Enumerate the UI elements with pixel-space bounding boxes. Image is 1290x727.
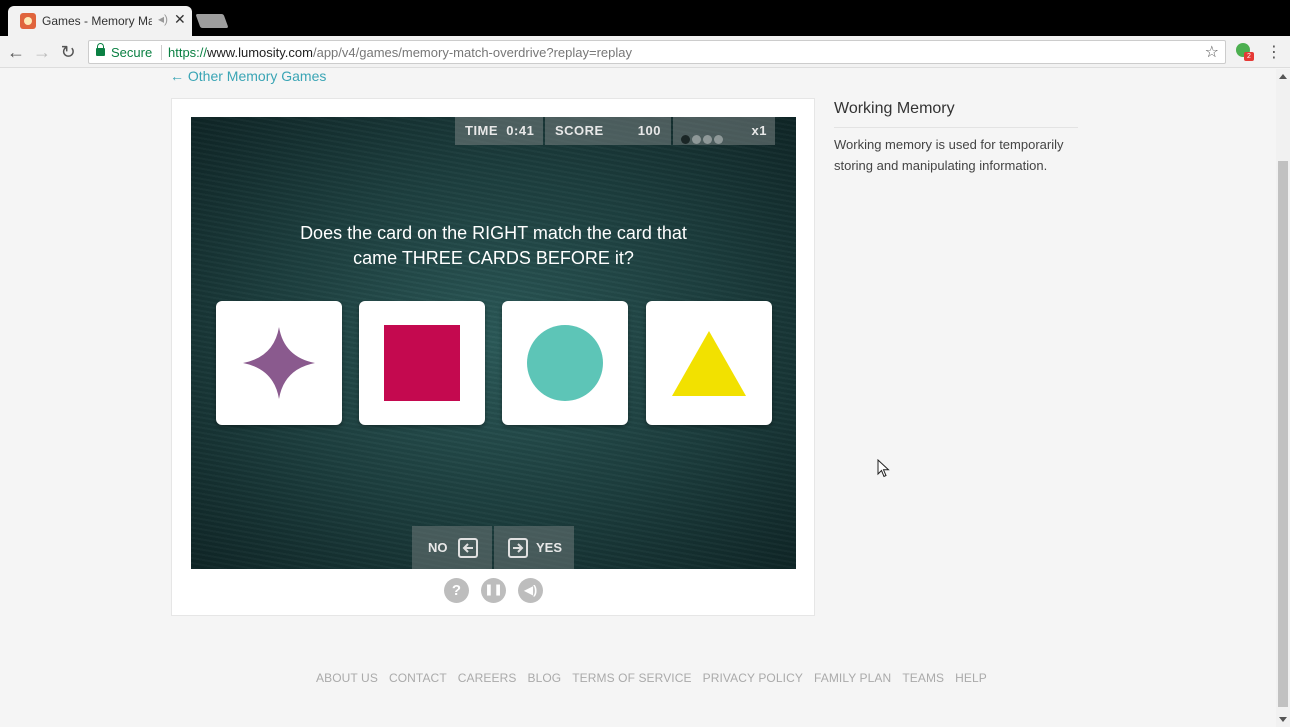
streak-dot [714, 135, 723, 144]
triangle-shape-icon [672, 331, 746, 396]
hud-multiplier: x1 [673, 117, 775, 145]
new-tab-button[interactable] [195, 14, 229, 28]
browser-toolbar: ← → ↻ Secure https://www.lumosity.com/ap… [0, 36, 1290, 68]
time-label: TIME [465, 123, 499, 138]
scroll-thumb[interactable] [1278, 161, 1288, 707]
scroll-up-arrow-icon[interactable] [1279, 74, 1287, 79]
forward-arrow-icon[interactable]: → [32, 42, 52, 62]
lumosity-favicon-icon [20, 13, 36, 29]
tab-close-icon[interactable]: ✕ [174, 11, 186, 28]
back-arrow-icon[interactable]: ← [6, 42, 26, 62]
game-stage[interactable]: TIME 0:41 SCORE 100 x1 Does the card on … [191, 117, 796, 569]
footer-links: ABOUT US CONTACT CAREERS BLOG TERMS OF SERVI… [316, 671, 998, 685]
footer-link-teams[interactable]: TEAMS [902, 671, 944, 685]
footer-link-family-plan[interactable]: FAMILY PLAN [814, 671, 891, 685]
page-scrollbar[interactable] [1276, 69, 1290, 727]
secure-label: Secure [111, 45, 153, 60]
multiplier-value: x1 [751, 123, 767, 138]
bookmark-star-icon[interactable]: ☆ [1205, 42, 1219, 62]
no-label: NO [428, 540, 448, 555]
page-content: ← Other Memory Games TIME 0:41 SCORE 100… [0, 68, 1276, 727]
sidebar-title: Working Memory [834, 100, 955, 117]
streak-dot [703, 135, 712, 144]
star-shape-icon [243, 327, 315, 399]
url-path: /app/v4/games/memory-match-overdrive?rep… [312, 45, 632, 60]
footer-link-help[interactable]: HELP [955, 671, 987, 685]
streak-dot [692, 135, 701, 144]
lock-icon [96, 43, 105, 56]
browser-tab[interactable]: Games - Memory Mat ◂) ✕ [8, 6, 192, 36]
browser-tabstrip: Games - Memory Mat ◂) ✕ [0, 0, 1290, 36]
extension-icon[interactable]: 2 [1236, 43, 1254, 61]
yes-button[interactable]: YES [494, 526, 574, 569]
card-4 [646, 301, 772, 425]
mute-icon[interactable]: ◂) [158, 12, 168, 26]
time-value: 0:41 [506, 123, 535, 138]
card-1 [216, 301, 342, 425]
browser-menu-icon[interactable]: ⋮ [1266, 42, 1282, 62]
extension-badge: 2 [1244, 52, 1254, 61]
tab-title: Games - Memory Mat [42, 14, 152, 28]
yes-label: YES [536, 540, 563, 555]
mouse-cursor-icon [877, 459, 890, 478]
address-bar[interactable]: Secure https://www.lumosity.com/app/v4/g… [88, 40, 1226, 64]
reload-icon[interactable]: ↻ [58, 42, 78, 62]
omnibox-divider [161, 45, 162, 60]
footer-link-careers[interactable]: CAREERS [458, 671, 517, 685]
scroll-down-arrow-icon[interactable] [1279, 717, 1287, 722]
hud-score: SCORE 100 [545, 117, 671, 145]
score-label: SCORE [555, 123, 604, 138]
url-scheme: https:// [168, 45, 208, 60]
no-button[interactable]: NO [412, 526, 492, 569]
url-host: www.lumosity.com [207, 45, 313, 60]
right-arrow-key-icon [508, 538, 528, 558]
streak-dots [681, 126, 725, 154]
help-icon[interactable]: ? [444, 578, 469, 603]
game-panel: TIME 0:41 SCORE 100 x1 Does the card on … [171, 98, 815, 616]
square-shape-icon [384, 325, 460, 401]
url-text[interactable]: https://www.lumosity.com/app/v4/games/me… [168, 45, 632, 60]
footer-link-blog[interactable]: BLOG [527, 671, 561, 685]
streak-dot [681, 135, 690, 144]
hud-time: TIME 0:41 [455, 117, 543, 145]
footer-link-about-us[interactable]: ABOUT US [316, 671, 378, 685]
question-line-1: Does the card on the RIGHT match the car… [300, 223, 687, 243]
score-value: 100 [637, 123, 661, 138]
sidebar-description: Working memory is used for temporarily s… [834, 137, 1064, 173]
footer-link-contact[interactable]: CONTACT [389, 671, 447, 685]
circle-shape-icon [527, 325, 603, 401]
footer-link-privacy-policy[interactable]: PRIVACY POLICY [703, 671, 803, 685]
card-3 [502, 301, 628, 425]
question-text: Does the card on the RIGHT match the car… [231, 221, 756, 271]
sidebar-divider [834, 127, 1078, 128]
sound-icon[interactable]: ◀) [518, 578, 543, 603]
other-memory-games-link[interactable]: ← Other Memory Games [170, 68, 326, 84]
footer-link-terms-of-service[interactable]: TERMS OF SERVICE [572, 671, 691, 685]
question-line-2: came THREE CARDS BEFORE it? [353, 248, 634, 268]
left-arrow-key-icon [458, 538, 478, 558]
pause-icon[interactable]: ❚❚ [481, 578, 506, 603]
card-2 [359, 301, 485, 425]
